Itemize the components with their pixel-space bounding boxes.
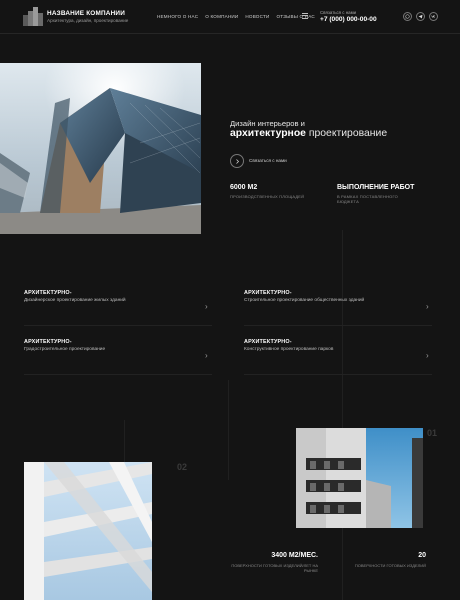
nav-item-company[interactable]: О КОМПАНИИ bbox=[205, 14, 238, 19]
gallery-stat-label: ПОВЕРХНОСТИ ГОТОВЫХ ИЗДЕЛИЙ/ЛЕТ НА РЫНКЕ bbox=[231, 563, 318, 573]
vk-icon[interactable] bbox=[429, 12, 438, 21]
gallery-stat-value: 20 bbox=[418, 552, 426, 559]
phone-number[interactable]: +7 (000) 000-00-00 bbox=[320, 16, 377, 23]
hero-heading-line2: архитектурное проектирование bbox=[230, 128, 387, 139]
service-title: АРХИТЕКТУРНО- bbox=[24, 339, 72, 345]
gallery-number: 01 bbox=[427, 428, 438, 438]
brand-name[interactable]: НАЗВАНИЕ КОМПАНИИ bbox=[47, 10, 125, 17]
stat-budget-value: ВЫПОЛНЕНИЕ РАБОТ bbox=[337, 184, 415, 191]
chevron-right-icon[interactable]: › bbox=[426, 351, 429, 360]
gallery-stat-label: ПОВЕРХНОСТИ ГОТОВЫХ ИЗДЕЛИЙ bbox=[354, 563, 426, 568]
service-title: АРХИТЕКТУРНО- bbox=[244, 339, 292, 345]
chevron-right-icon bbox=[235, 158, 239, 164]
decor-line bbox=[342, 230, 343, 600]
divider bbox=[24, 325, 212, 326]
service-desc[interactable]: Конструктивное проектирование парков bbox=[244, 347, 333, 352]
site-header: НАЗВАНИЕ КОМПАНИИ Архитектура, дизайн, п… bbox=[0, 0, 460, 34]
chevron-right-icon[interactable]: › bbox=[205, 351, 208, 360]
gallery-image-building bbox=[296, 428, 423, 528]
decor-line bbox=[228, 380, 229, 480]
logo-icon[interactable] bbox=[22, 5, 44, 27]
gallery-stat-value: 3400 М2/МЕС. bbox=[271, 552, 318, 559]
chevron-right-icon[interactable]: › bbox=[426, 302, 429, 311]
divider bbox=[244, 374, 432, 375]
hero-architecture-image bbox=[0, 63, 201, 234]
nav-item-news[interactable]: НОВОСТИ bbox=[245, 14, 269, 19]
stat-area-value: 6000 М2 bbox=[230, 184, 258, 191]
nav-item-reviews[interactable]: ОТЗЫВЫ О НАС bbox=[276, 14, 314, 19]
contact-cta-button[interactable] bbox=[230, 154, 244, 168]
brand-tagline: Архитектура, дизайн, проектирование bbox=[47, 18, 129, 23]
telegram-icon[interactable] bbox=[416, 12, 425, 21]
hero-heading-bold: архитектурное bbox=[230, 128, 306, 139]
service-desc[interactable]: Дизайнерское проектирование жилых зданий bbox=[24, 298, 126, 303]
gallery-image-structure bbox=[24, 462, 152, 600]
service-desc[interactable]: Строительное проектирование общественных… bbox=[244, 298, 364, 303]
contact-cta-label[interactable]: Связаться с нами bbox=[249, 158, 287, 163]
service-title: АРХИТЕКТУРНО- bbox=[24, 290, 72, 296]
chevron-right-icon[interactable]: › bbox=[205, 302, 208, 311]
menu-icon[interactable] bbox=[302, 13, 308, 20]
whatsapp-icon[interactable] bbox=[403, 12, 412, 21]
divider bbox=[24, 374, 212, 375]
hero-heading-rest: проектирование bbox=[305, 128, 388, 139]
contact-label: Связаться с нами bbox=[320, 10, 357, 15]
service-desc[interactable]: Градостроительное проектирование bbox=[24, 347, 105, 352]
nav-item-about-us[interactable]: НЕМНОГО О НАС bbox=[157, 14, 198, 19]
divider bbox=[244, 325, 432, 326]
service-title: АРХИТЕКТУРНО- bbox=[244, 290, 292, 296]
gallery-number: 02 bbox=[177, 462, 188, 472]
stat-budget-label: В РАМКАХ ПОСТАВЛЕННОГО БЮДЖЕТА bbox=[337, 194, 398, 204]
stat-area-label: ПРОИЗВОДСТВЕННЫХ ПЛОЩАДЕЙ bbox=[230, 194, 305, 199]
main-nav: НЕМНОГО О НАС О КОМПАНИИ НОВОСТИ ОТЗЫВЫ … bbox=[157, 14, 315, 19]
hero-heading-line1: Дизайн интерьеров и bbox=[230, 119, 305, 128]
